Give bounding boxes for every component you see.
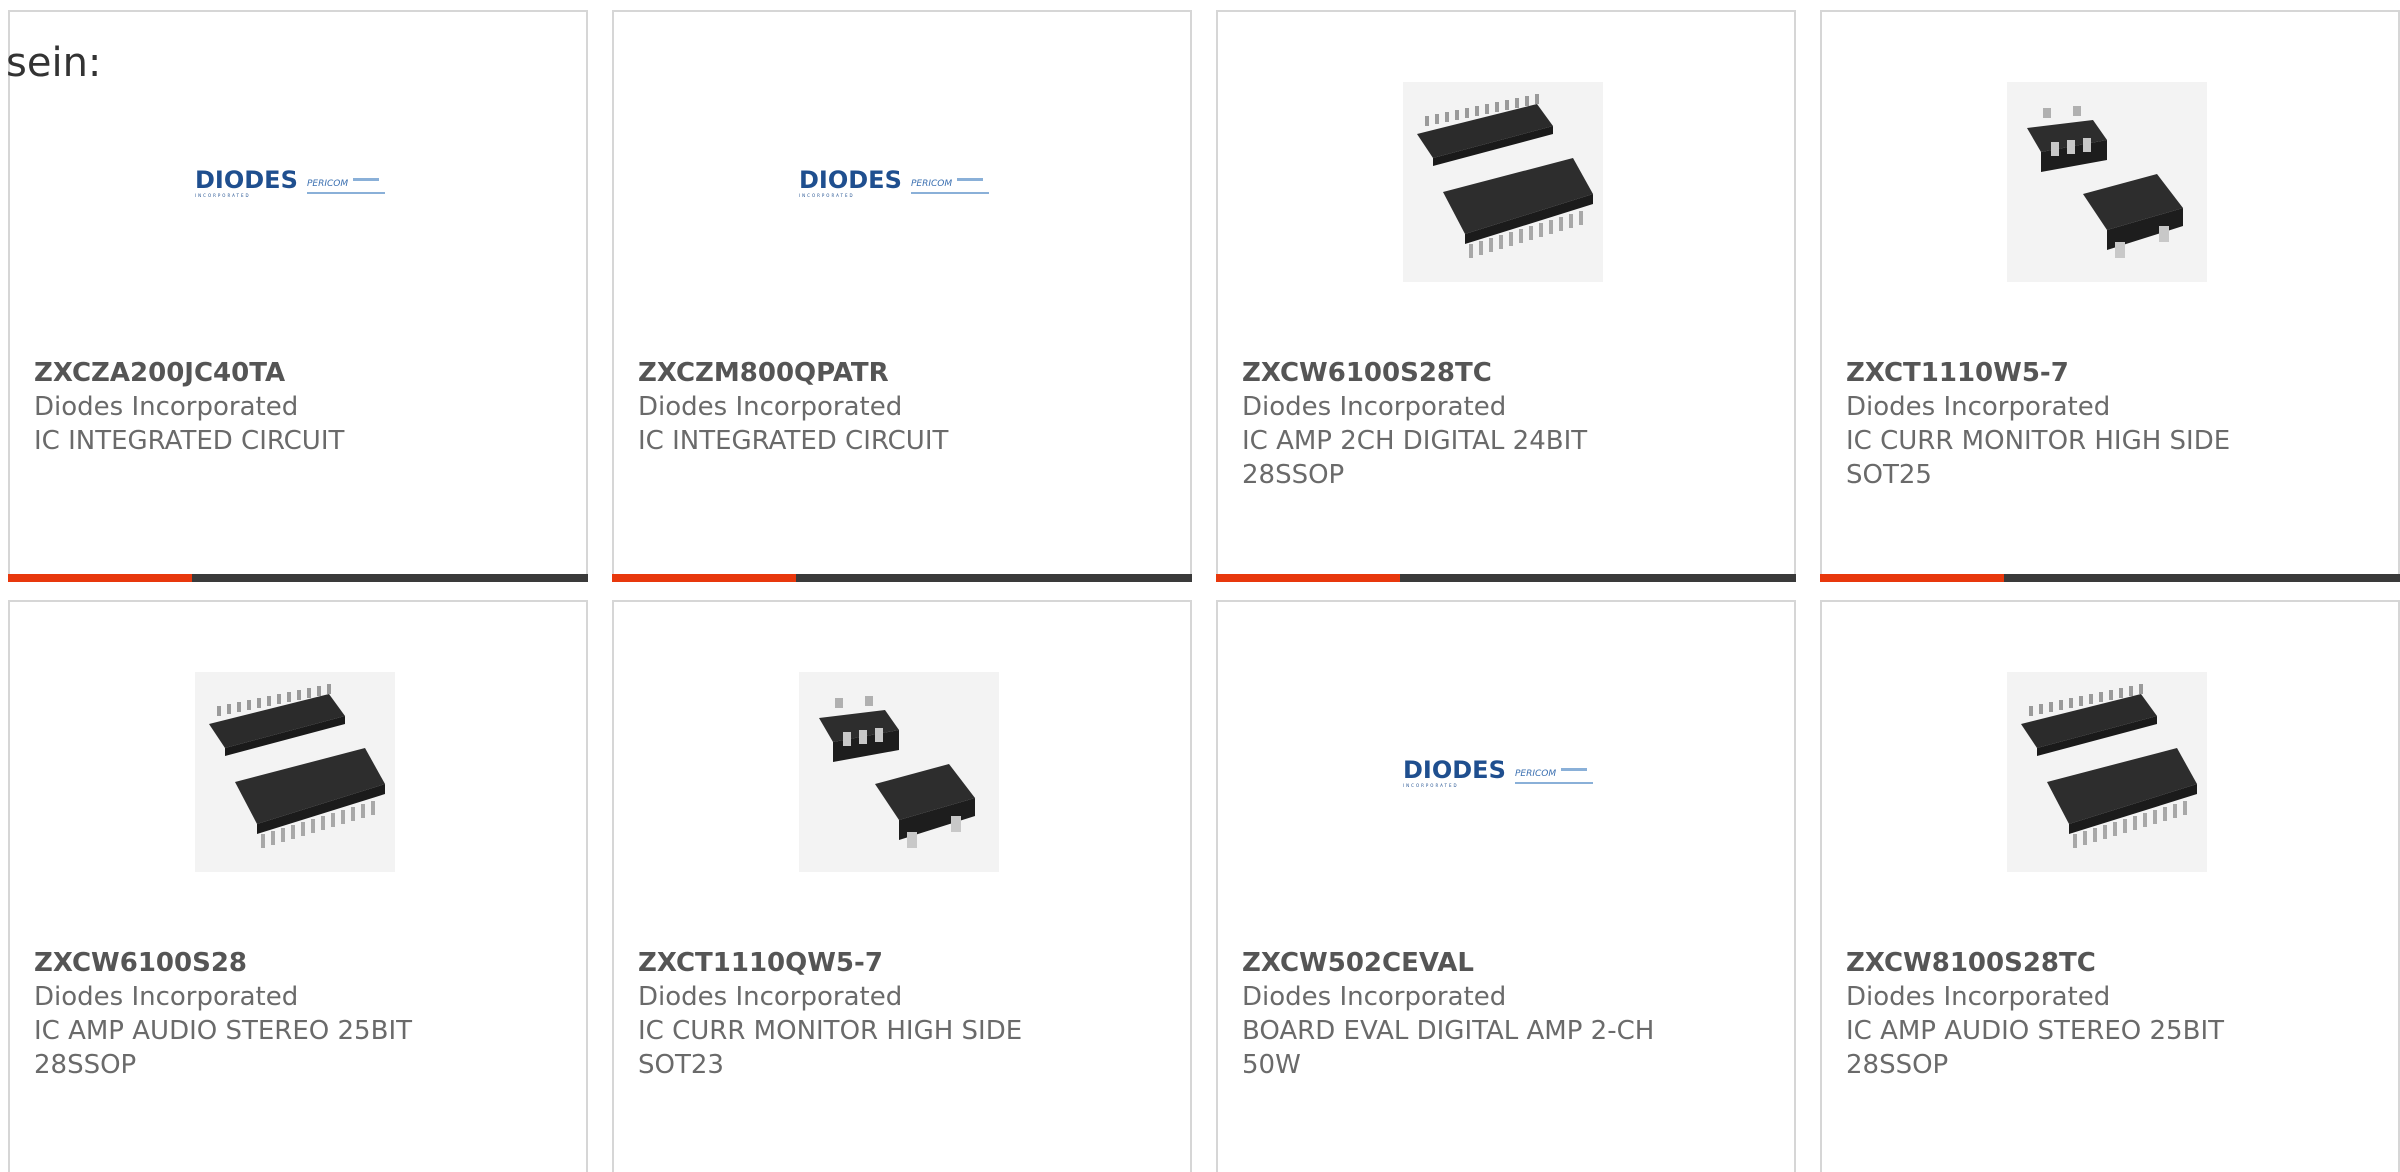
intro-text: sein: xyxy=(6,40,102,86)
part-number[interactable]: ZXCW6100S28 xyxy=(34,946,504,980)
description-line: 50W xyxy=(1242,1050,1301,1080)
description-line: IC INTEGRATED CIRCUIT xyxy=(638,426,949,456)
product-image-sot-chip xyxy=(2007,82,2207,282)
product-image-ssop-chip xyxy=(1403,82,1603,282)
svg-text:PERICOM: PERICOM xyxy=(307,179,348,189)
part-number[interactable]: ZXCW502CEVAL xyxy=(1242,946,1712,980)
part-number[interactable]: ZXCT1110W5-7 xyxy=(1846,356,2316,390)
svg-text:PERICOM: PERICOM xyxy=(911,179,952,189)
product-card[interactable]: ZXCT1110W5-7 Diodes Incorporated IC CURR… xyxy=(1820,10,2400,582)
description-line: IC INTEGRATED CIRCUIT xyxy=(34,426,345,456)
product-image-diodes-logo: DIODES INCORPORATED PERICOM xyxy=(799,82,999,282)
part-number[interactable]: ZXCZM800QPATR xyxy=(638,356,1108,390)
product-card[interactable]: ZXCW8100S28TC Diodes Incorporated IC AMP… xyxy=(1820,600,2400,1172)
manufacturer: Diodes Incorporated xyxy=(638,392,903,422)
manufacturer: Diodes Incorporated xyxy=(34,392,299,422)
description-line: IC AMP 2CH DIGITAL 24BIT xyxy=(1242,426,1588,456)
card-bottom-bar xyxy=(1820,574,2400,582)
part-number[interactable]: ZXCW6100S28TC xyxy=(1242,356,1712,390)
description-line: IC CURR MONITOR HIGH SIDE xyxy=(1846,426,2231,456)
manufacturer: Diodes Incorporated xyxy=(1242,392,1507,422)
svg-text:INCORPORATED: INCORPORATED xyxy=(799,193,855,198)
description-line: IC AMP AUDIO STEREO 25BIT xyxy=(34,1016,412,1046)
manufacturer: Diodes Incorporated xyxy=(1242,982,1507,1012)
manufacturer: Diodes Incorporated xyxy=(1846,392,2111,422)
product-card[interactable]: ZXCW6100S28 Diodes Incorporated IC AMP A… xyxy=(8,600,588,1172)
description-line: 28SSOP xyxy=(1846,1050,1949,1080)
svg-text:PERICOM: PERICOM xyxy=(1515,769,1556,779)
part-number[interactable]: ZXCW8100S28TC xyxy=(1846,946,2316,980)
svg-text:DIODES: DIODES xyxy=(195,166,298,194)
manufacturer: Diodes Incorporated xyxy=(638,982,903,1012)
description-line: 28SSOP xyxy=(1242,460,1345,490)
card-bottom-bar xyxy=(8,574,588,582)
part-number[interactable]: ZXCT1110QW5-7 xyxy=(638,946,1108,980)
description-line: IC AMP AUDIO STEREO 25BIT xyxy=(1846,1016,2224,1046)
description-line: SOT23 xyxy=(638,1050,724,1080)
description-line: 28SSOP xyxy=(34,1050,137,1080)
product-image-ssop-chip xyxy=(2007,672,2207,872)
part-number[interactable]: ZXCZA200JC40TA xyxy=(34,356,504,390)
description-line: BOARD EVAL DIGITAL AMP 2-CH xyxy=(1242,1016,1655,1046)
svg-text:INCORPORATED: INCORPORATED xyxy=(195,193,251,198)
product-card[interactable]: DIODES INCORPORATED PERICOM ZXCW502CEVAL… xyxy=(1216,600,1796,1172)
manufacturer: Diodes Incorporated xyxy=(1846,982,2111,1012)
product-card[interactable]: DIODES INCORPORATED PERICOM ZXCZA200JC40… xyxy=(8,10,588,582)
product-image-diodes-logo: DIODES INCORPORATED PERICOM xyxy=(1403,672,1603,872)
description-line: IC CURR MONITOR HIGH SIDE xyxy=(638,1016,1023,1046)
product-image-sot-chip xyxy=(799,672,999,872)
description-line: SOT25 xyxy=(1846,460,1932,490)
svg-text:DIODES: DIODES xyxy=(799,166,902,194)
product-image-diodes-logo: DIODES INCORPORATED PERICOM xyxy=(195,82,395,282)
product-card[interactable]: ZXCT1110QW5-7 Diodes Incorporated IC CUR… xyxy=(612,600,1192,1172)
card-bottom-bar xyxy=(612,574,1192,582)
product-grid: DIODES INCORPORATED PERICOM ZXCZA200JC40… xyxy=(0,0,2400,1172)
product-image-ssop-chip xyxy=(195,672,395,872)
svg-text:DIODES: DIODES xyxy=(1403,756,1506,784)
product-card[interactable]: DIODES INCORPORATED PERICOM ZXCZM800QPAT… xyxy=(612,10,1192,582)
card-bottom-bar xyxy=(1216,574,1796,582)
svg-text:INCORPORATED: INCORPORATED xyxy=(1403,783,1459,788)
manufacturer: Diodes Incorporated xyxy=(34,982,299,1012)
product-card[interactable]: ZXCW6100S28TC Diodes Incorporated IC AMP… xyxy=(1216,10,1796,582)
